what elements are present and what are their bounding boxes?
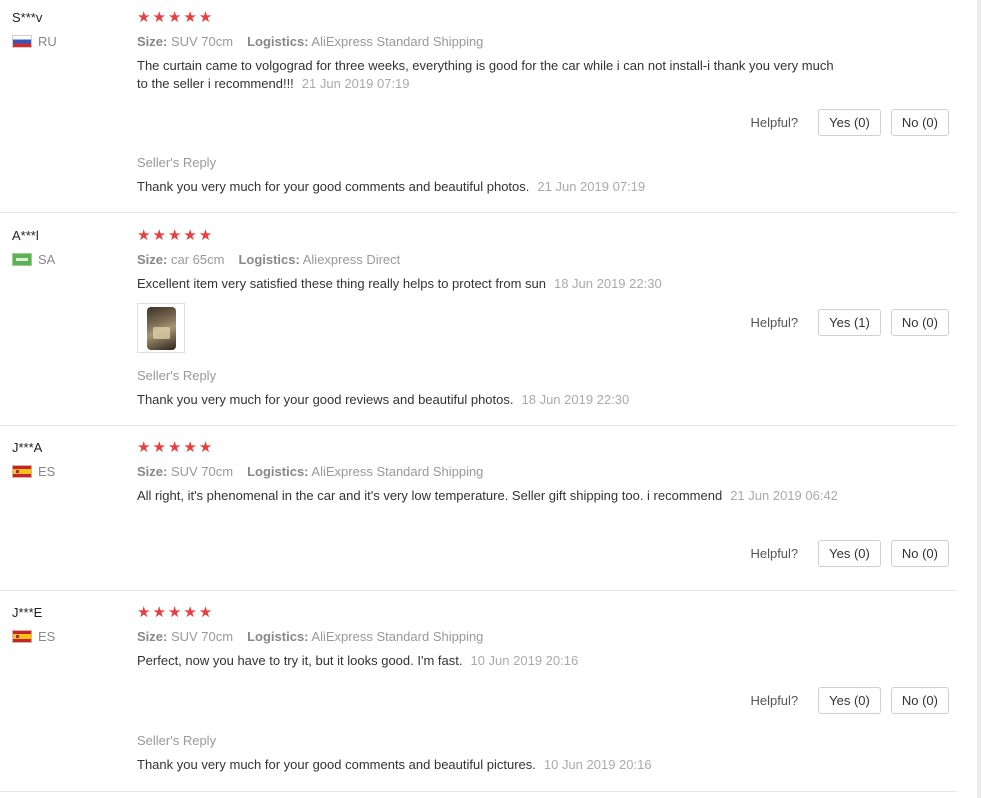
reviewer-country: SA bbox=[12, 252, 55, 267]
reviewer-name: A***l bbox=[12, 228, 39, 243]
review-date: 21 Jun 2019 06:42 bbox=[730, 488, 838, 503]
size-value: SUV 70cm bbox=[170, 34, 234, 49]
helpful-yes-button[interactable]: Yes (0) bbox=[818, 540, 881, 567]
reviewer-name: J***A bbox=[12, 440, 43, 455]
helpful-no-button[interactable]: No (0) bbox=[890, 309, 949, 336]
flag-es-icon bbox=[12, 630, 32, 643]
helpful-no-button[interactable]: No (0) bbox=[890, 540, 949, 567]
star-rating: ★★★★★ bbox=[137, 439, 215, 456]
reviewer-country: ES bbox=[12, 464, 55, 479]
size-value: SUV 70cm bbox=[170, 629, 234, 644]
flag-es-icon bbox=[12, 465, 32, 478]
logistics-value: AliExpress Standard Shipping bbox=[311, 34, 484, 49]
reviewer-name: S***v bbox=[12, 10, 43, 25]
helpful-controls: Helpful? Yes (1) No (0) bbox=[750, 309, 949, 336]
helpful-label: Helpful? bbox=[750, 693, 799, 708]
logistics-label: Logistics: bbox=[238, 252, 300, 267]
seller-reply-body: Thank you very much for your good commen… bbox=[137, 179, 530, 194]
seller-reply-text: Thank you very much for your good commen… bbox=[137, 178, 645, 196]
reviewer-info: J***E ES bbox=[12, 604, 55, 644]
review-item: J***E ES ★★★★★ Size: SUV 70cm Logistics: … bbox=[0, 591, 957, 792]
seller-reply-title: Seller's Reply bbox=[137, 155, 217, 170]
logistics-value: AliExpress Standard Shipping bbox=[311, 464, 484, 479]
review-meta: Size: SUV 70cm Logistics: AliExpress Stan… bbox=[137, 463, 847, 481]
size-label: Size: bbox=[137, 464, 168, 479]
seller-reply-date: 18 Jun 2019 22:30 bbox=[521, 392, 630, 407]
size-label: Size: bbox=[137, 252, 168, 267]
helpful-no-button[interactable]: No (0) bbox=[890, 109, 949, 136]
seller-reply-title: Seller's Reply bbox=[137, 733, 217, 748]
reviewer-country: ES bbox=[12, 629, 55, 644]
review-date: 21 Jun 2019 07:19 bbox=[301, 76, 410, 91]
size-value: SUV 70cm bbox=[170, 464, 234, 479]
review-meta: Size: SUV 70cm Logistics: AliExpress Stan… bbox=[137, 628, 847, 646]
review-text: All right, it's phenomenal in the car an… bbox=[137, 487, 847, 505]
helpful-yes-button[interactable]: Yes (0) bbox=[818, 687, 881, 714]
helpful-controls: Helpful? Yes (0) No (0) bbox=[750, 687, 949, 714]
helpful-yes-button[interactable]: Yes (0) bbox=[818, 109, 881, 136]
helpful-controls: Helpful? Yes (0) No (0) bbox=[750, 109, 949, 136]
size-label: Size: bbox=[137, 629, 168, 644]
review-body: Excellent item very satisfied these thin… bbox=[137, 276, 546, 291]
review-content: ★★★★★ Size: car 65cm Logistics: Aliexpres… bbox=[137, 227, 847, 293]
reviewer-info: A***l SA bbox=[12, 227, 55, 267]
helpful-label: Helpful? bbox=[750, 546, 799, 561]
review-body: Perfect, now you have to try it, but it … bbox=[137, 653, 463, 668]
seller-reply-text: Thank you very much for your good review… bbox=[137, 391, 629, 409]
helpful-label: Helpful? bbox=[750, 315, 799, 330]
seller-reply-text: Thank you very much for your good commen… bbox=[137, 756, 652, 774]
reviewer-name: J***E bbox=[12, 605, 43, 620]
review-text: Excellent item very satisfied these thin… bbox=[137, 275, 847, 293]
review-photo bbox=[147, 307, 176, 350]
review-photo-thumbnail[interactable] bbox=[137, 303, 185, 353]
review-date: 18 Jun 2019 22:30 bbox=[553, 276, 662, 291]
logistics-label: Logistics: bbox=[247, 34, 309, 49]
size-value: car 65cm bbox=[170, 252, 225, 267]
review-content: ★★★★★ Size: SUV 70cm Logistics: AliExpres… bbox=[137, 604, 847, 670]
flag-sa-icon bbox=[12, 253, 32, 266]
review-item: S***v RU ★★★★★ Size: SUV 70cm Logistics: … bbox=[0, 0, 957, 213]
review-body: All right, it's phenomenal in the car an… bbox=[137, 488, 723, 503]
helpful-controls: Helpful? Yes (0) No (0) bbox=[750, 540, 949, 567]
country-code: SA bbox=[38, 252, 56, 267]
seller-reply-title: Seller's Reply bbox=[137, 368, 217, 383]
review-item: A***l SA ★★★★★ Size: car 65cm Logistics: … bbox=[0, 213, 957, 426]
seller-reply-date: 21 Jun 2019 07:19 bbox=[537, 179, 646, 194]
reviewer-info: J***A ES bbox=[12, 439, 55, 479]
helpful-label: Helpful? bbox=[750, 115, 799, 130]
reviewer-info: S***v RU bbox=[12, 9, 57, 49]
star-rating: ★★★★★ bbox=[137, 227, 215, 244]
logistics-label: Logistics: bbox=[247, 464, 309, 479]
flag-ru-icon bbox=[12, 35, 32, 48]
country-code: RU bbox=[38, 34, 57, 49]
review-meta: Size: car 65cm Logistics: Aliexpress Dire… bbox=[137, 251, 847, 269]
review-text: Perfect, now you have to try it, but it … bbox=[137, 652, 847, 670]
review-meta: Size: SUV 70cm Logistics: AliExpress Stan… bbox=[137, 33, 847, 51]
star-rating: ★★★★★ bbox=[137, 9, 215, 26]
seller-reply-body: Thank you very much for your good review… bbox=[137, 392, 514, 407]
review-text: The curtain came to volgograd for three … bbox=[137, 57, 847, 93]
country-code: ES bbox=[38, 629, 56, 644]
size-label: Size: bbox=[137, 34, 168, 49]
star-rating: ★★★★★ bbox=[137, 604, 215, 621]
review-content: ★★★★★ Size: SUV 70cm Logistics: AliExpres… bbox=[137, 439, 847, 505]
review-date: 10 Jun 2019 20:16 bbox=[470, 653, 579, 668]
seller-reply-body: Thank you very much for your good commen… bbox=[137, 757, 536, 772]
review-item: J***A ES ★★★★★ Size: SUV 70cm Logistics: … bbox=[0, 426, 957, 591]
logistics-label: Logistics: bbox=[247, 629, 309, 644]
reviewer-country: RU bbox=[12, 34, 57, 49]
logistics-value: Aliexpress Direct bbox=[302, 252, 401, 267]
review-body: The curtain came to volgograd for three … bbox=[137, 58, 834, 91]
helpful-no-button[interactable]: No (0) bbox=[890, 687, 949, 714]
seller-reply-date: 10 Jun 2019 20:16 bbox=[543, 757, 652, 772]
helpful-yes-button[interactable]: Yes (1) bbox=[818, 309, 881, 336]
country-code: ES bbox=[38, 464, 56, 479]
logistics-value: AliExpress Standard Shipping bbox=[311, 629, 484, 644]
review-content: ★★★★★ Size: SUV 70cm Logistics: AliExpres… bbox=[137, 9, 847, 93]
scrollbar-track[interactable] bbox=[977, 0, 981, 798]
